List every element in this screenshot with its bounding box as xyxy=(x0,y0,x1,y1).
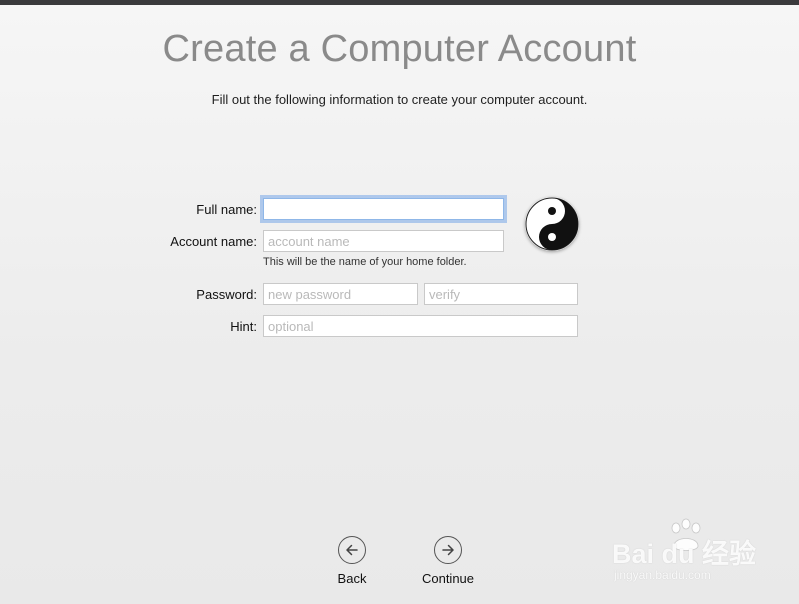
back-button[interactable]: Back xyxy=(322,536,382,586)
arrow-left-circle-icon xyxy=(338,536,366,564)
page-title: Create a Computer Account xyxy=(162,28,637,70)
account-name-field[interactable] xyxy=(263,230,504,252)
full-name-field[interactable] xyxy=(263,198,504,220)
baidu-watermark: Bai du 经验 jingyan.baidu.com xyxy=(612,518,792,584)
window-top-bar xyxy=(0,0,799,5)
account-name-label: Account name: xyxy=(170,234,257,249)
page-subtitle: Fill out the following information to cr… xyxy=(211,92,588,107)
password-label: Password: xyxy=(196,287,257,302)
hint-label: Hint: xyxy=(230,319,257,334)
continue-label: Continue xyxy=(421,571,475,586)
continue-button[interactable]: Continue xyxy=(408,536,488,586)
full-name-label: Full name: xyxy=(196,202,257,217)
watermark-url: jingyan.baidu.com xyxy=(614,568,711,582)
user-picture-yin-yang-icon[interactable] xyxy=(525,197,579,251)
verify-password-field[interactable] xyxy=(424,283,578,305)
account-name-help: This will be the name of your home folde… xyxy=(263,256,467,268)
arrow-right-circle-icon xyxy=(434,536,462,564)
password-field[interactable] xyxy=(263,283,418,305)
yin-yang-icon xyxy=(525,197,579,251)
hint-field[interactable] xyxy=(263,315,578,337)
watermark-brand: Bai du 经验 xyxy=(612,539,757,569)
back-label: Back xyxy=(337,571,367,586)
